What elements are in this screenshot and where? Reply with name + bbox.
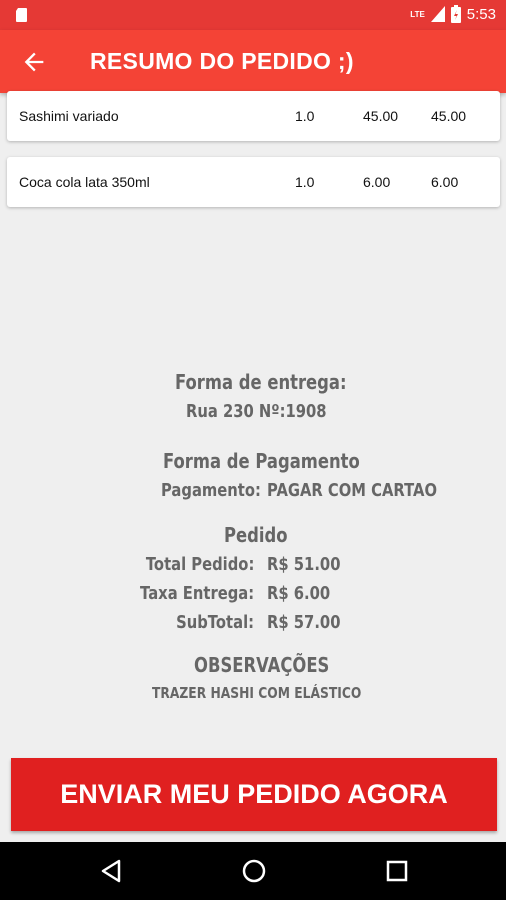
submit-order-button[interactable]: ENVIAR MEU PEDIDO AGORA [11, 758, 497, 831]
home-nav-icon[interactable] [239, 856, 269, 886]
payment-value: PAGAR COM CARTAO [267, 480, 437, 501]
delivery-fee-label: Taxa Entrega: [139, 583, 254, 604]
delivery-heading: Forma de entrega: [175, 370, 347, 394]
delivery-address: Rua 230 Nº:1908 [186, 401, 327, 422]
payment-label: Pagamento: [161, 480, 261, 501]
total-value: R$ 51.00 [267, 554, 341, 575]
payment-heading: Forma de Pagamento [163, 449, 360, 473]
delivery-fee-value: R$ 6.00 [267, 583, 331, 604]
back-nav-icon[interactable] [97, 856, 127, 886]
notes-heading: OBSERVAÇÕES [194, 653, 330, 677]
navigation-bar [0, 842, 506, 900]
subtotal-label: SubTotal: [176, 612, 254, 633]
notes-text: TRAZER HASHI COM ELÁSTICO [152, 684, 362, 702]
subtotal-value: R$ 57.00 [267, 612, 341, 633]
order-heading: Pedido [224, 523, 288, 547]
recents-nav-icon[interactable] [382, 856, 412, 886]
total-label: Total Pedido: [145, 554, 254, 575]
